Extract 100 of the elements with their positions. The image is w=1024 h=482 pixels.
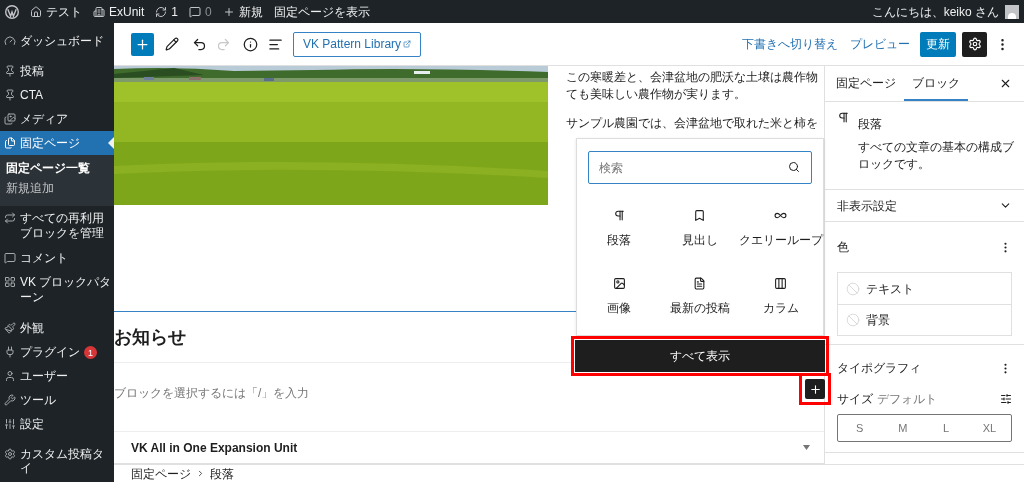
sidebar-item[interactable]: VK ブロックパターン — [0, 270, 114, 310]
settings-tab[interactable]: ブロック — [904, 66, 968, 101]
user-icon — [4, 370, 16, 383]
home-icon[interactable] — [30, 5, 42, 18]
update-button[interactable]: 更新 — [920, 31, 956, 57]
repeat-icon — [4, 212, 16, 224]
panel-header[interactable]: 非表示設定 — [825, 190, 1024, 222]
settings-button[interactable] — [962, 31, 987, 57]
avatar[interactable] — [1005, 4, 1019, 19]
wrench-icon — [4, 394, 16, 407]
sidebar-item[interactable]: カスタム投稿タイ — [0, 442, 114, 481]
refresh-icon[interactable] — [155, 5, 168, 18]
submenu-item[interactable]: 新規追加 — [0, 178, 114, 198]
size-option[interactable]: S — [838, 415, 882, 441]
switch-to-draft-link[interactable]: 下書きへ切り替え — [742, 35, 838, 53]
pattern-library-button[interactable]: VK Pattern Library — [293, 31, 422, 57]
count-badge: 1 — [84, 346, 97, 360]
size-option[interactable]: L — [924, 415, 968, 441]
submenu-item[interactable]: 固定ページ一覧 — [0, 158, 114, 178]
sidebar-item[interactable]: すべての再利用ブロックを管理 — [0, 206, 114, 246]
panel-title: 色 — [837, 239, 849, 256]
sidebar-item[interactable]: コメント — [0, 246, 114, 270]
close-icon[interactable] — [999, 77, 1012, 90]
chevron-right-icon — [196, 469, 205, 478]
sidebar-item[interactable]: ダッシュボード — [0, 29, 114, 53]
pin-icon — [4, 89, 16, 101]
brush-icon — [4, 322, 16, 334]
current-arrow-icon — [108, 137, 114, 149]
bookmark-icon — [693, 209, 707, 222]
size-label: サイズ — [837, 390, 873, 408]
block-option[interactable]: 最新の投稿 — [659, 269, 741, 325]
admin-bar-link[interactable]: 固定ページを表示 — [273, 2, 370, 21]
gear-icon — [4, 448, 16, 461]
settings-tab[interactable]: 固定ページ — [828, 66, 904, 101]
sidebar-item[interactable]: プラグイン 1 — [0, 340, 114, 365]
no-color-icon — [846, 313, 860, 327]
info-icon[interactable] — [243, 36, 258, 52]
media-icon — [4, 113, 16, 125]
comment-icon[interactable] — [189, 5, 202, 18]
meta-box-panel[interactable]: VK All in One Expansion Unit — [114, 432, 824, 464]
size-option[interactable]: XL — [967, 415, 1011, 441]
pages-icon — [4, 137, 16, 149]
caret-icon — [803, 445, 810, 450]
block-option[interactable]: 見出し — [659, 201, 741, 257]
external-link-icon — [403, 40, 412, 48]
block-option[interactable]: 画像 — [579, 269, 660, 325]
sliders-icon[interactable] — [1000, 392, 1012, 405]
panel-title: タイポグラフィ — [837, 360, 921, 377]
size-option[interactable]: M — [881, 415, 925, 441]
gear-icon — [967, 37, 982, 51]
list-view-icon[interactable] — [268, 36, 283, 52]
plus-icon[interactable] — [222, 5, 235, 18]
logo-icon[interactable] — [5, 4, 19, 19]
gauge-icon — [4, 35, 16, 47]
greeting[interactable]: こんにちは、keiko さん — [871, 2, 999, 21]
search-field[interactable]: 検索 — [588, 151, 812, 184]
sidebar-item[interactable]: 投稿 — [0, 59, 114, 83]
admin-bar-link[interactable]: 1 — [171, 2, 179, 21]
plus-icon — [135, 36, 150, 52]
pin-icon — [4, 65, 16, 77]
undo-icon[interactable] — [192, 36, 207, 52]
section-heading: お知らせ — [114, 325, 186, 349]
add-block-button[interactable] — [805, 379, 825, 399]
plug-icon — [4, 346, 16, 358]
sidebar-item[interactable]: 外観 — [0, 316, 114, 340]
admin-bar-link[interactable]: テスト — [46, 2, 82, 21]
breadcrumb-item[interactable]: 段落 — [210, 464, 234, 482]
pilcrow-icon — [837, 111, 850, 124]
block-title: 段落 — [858, 116, 883, 133]
size-value: デフォルト — [877, 390, 937, 408]
building-icon[interactable] — [93, 5, 105, 18]
color-option[interactable]: 背景 — [838, 304, 1011, 335]
sidebar-item[interactable]: 設定 — [0, 412, 114, 437]
plus-icon — [808, 382, 822, 396]
search-icon — [788, 161, 800, 173]
sidebar-item[interactable]: メディア — [0, 107, 114, 131]
paragraph: この寒暖差と、会津盆地の肥沃な土壌は農作物 ても美味しい農作物が実ります。 — [566, 69, 818, 103]
color-option[interactable]: テキスト — [838, 273, 1011, 304]
pilcrow-icon — [612, 209, 626, 222]
image-icon — [612, 277, 626, 290]
sidebar-item[interactable]: CTA — [0, 83, 114, 107]
sidebar-item[interactable]: ツール — [0, 388, 114, 413]
admin-bar-link[interactable]: 0 — [205, 2, 212, 21]
paragraph: サンプル農園では、会津盆地で取れた米と柿を — [566, 115, 818, 132]
block-description: すべての文章の基本の構成ブロックです。 — [858, 139, 1015, 173]
block-placeholder[interactable]: ブロックを選択するには「/」を入力 — [114, 386, 310, 400]
block-option[interactable]: カラム — [740, 269, 821, 325]
preview-link[interactable]: プレビュー — [850, 35, 910, 53]
show-all-button[interactable]: すべて表示 — [575, 340, 825, 372]
admin-bar-link[interactable]: 新規 — [238, 2, 263, 21]
sidebar-item[interactable]: 固定ページ — [0, 131, 114, 155]
admin-bar-link[interactable]: ExUnit — [109, 2, 145, 21]
sidebar-item[interactable]: ユーザー — [0, 364, 114, 389]
comment-icon — [4, 252, 16, 264]
no-color-icon — [846, 281, 860, 296]
pencil-icon[interactable] — [165, 37, 179, 51]
grid-icon — [4, 276, 16, 288]
columns-icon — [774, 277, 788, 290]
breadcrumb-item[interactable]: 固定ページ — [131, 464, 191, 482]
block-option[interactable]: 段落 — [579, 201, 660, 257]
